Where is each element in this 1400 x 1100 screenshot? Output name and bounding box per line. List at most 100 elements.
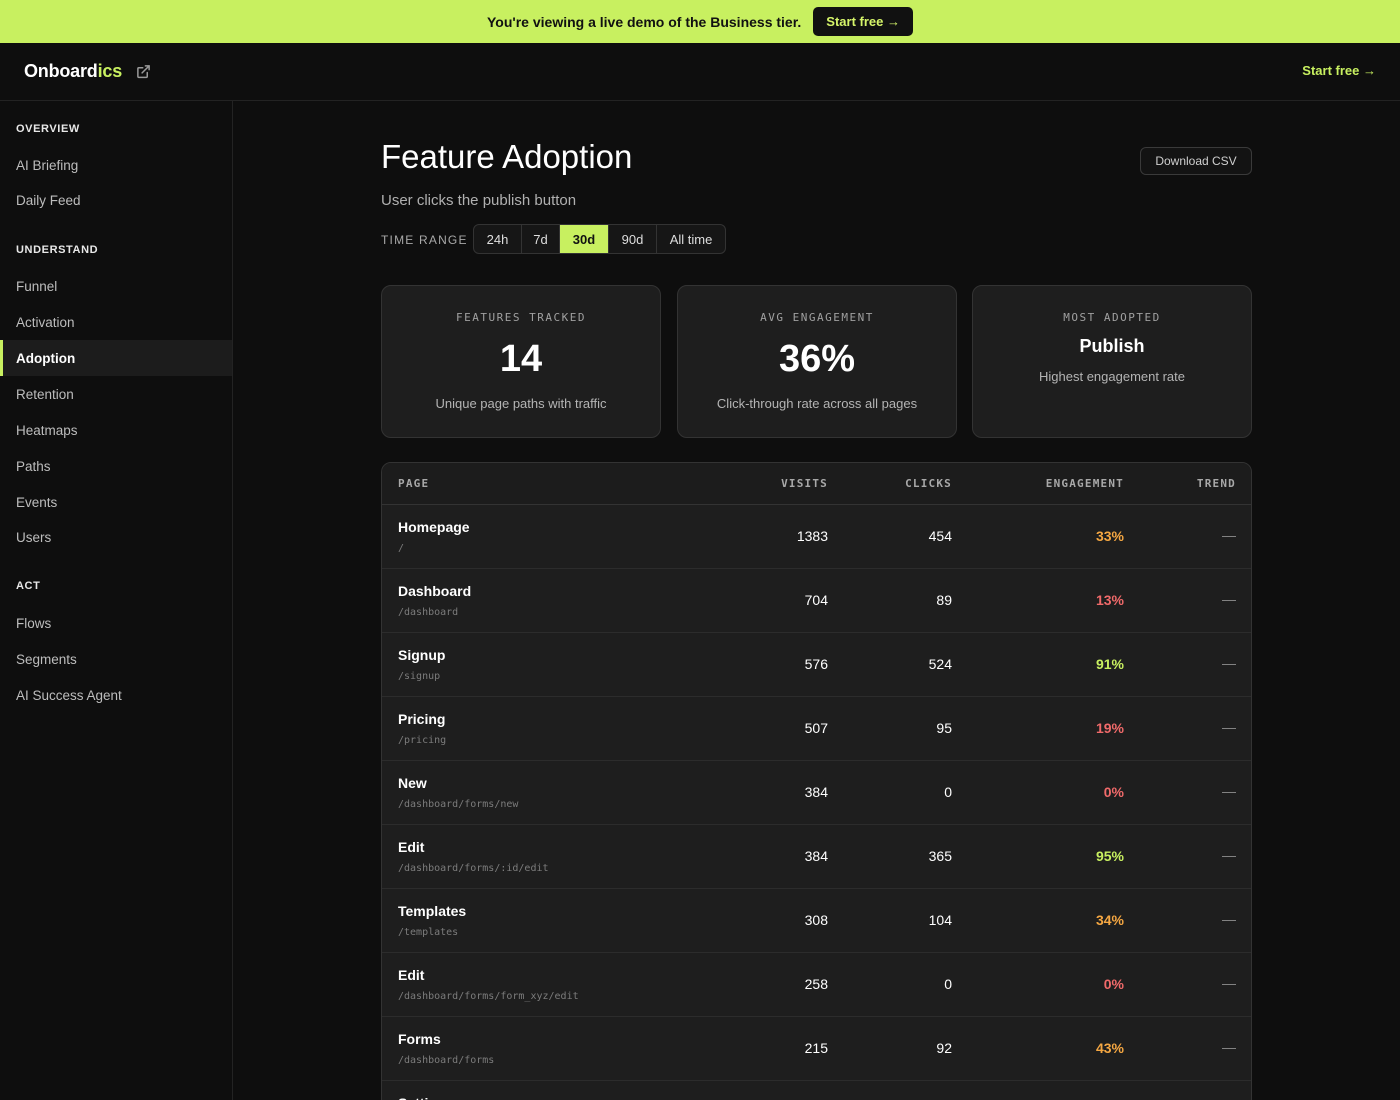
page-path: /dashboard/forms/form_xyz/edit bbox=[398, 991, 579, 1002]
table-row[interactable]: Pricing/pricing 507 95 19% — bbox=[382, 697, 1251, 761]
banner-start-free-button[interactable]: Start free → bbox=[813, 7, 913, 36]
card-label: AVG ENGAGEMENT bbox=[760, 311, 874, 324]
column-header-visits[interactable]: VISITS bbox=[781, 477, 828, 490]
sidebar-item-ai-briefing[interactable]: AI Briefing bbox=[0, 147, 232, 183]
engagement-value: 19% bbox=[1095, 720, 1124, 736]
sidebar-item-retention[interactable]: Retention bbox=[0, 376, 232, 412]
range-all-time-button[interactable]: All time bbox=[657, 225, 725, 253]
visits-value: 384 bbox=[804, 848, 828, 864]
table-row[interactable]: Forms/dashboard/forms 215 92 43% — bbox=[382, 1017, 1251, 1081]
visits-value: 384 bbox=[804, 784, 828, 800]
download-csv-button[interactable]: Download CSV bbox=[1140, 147, 1252, 175]
table-row[interactable]: Edit/dashboard/forms/form_xyz/edit 258 0 0%… bbox=[382, 953, 1251, 1017]
adoption-table: PAGE VISITS CLICKS ENGAGEMENT TREND Home… bbox=[381, 462, 1252, 1100]
page-name: Edit bbox=[398, 967, 425, 983]
visits-value: 1383 bbox=[796, 528, 828, 544]
sidebar-item-activation[interactable]: Activation bbox=[0, 304, 232, 340]
engagement-value: 95% bbox=[1095, 848, 1124, 864]
stat-card-features-tracked: FEATURES TRACKED 14 Unique page paths wi… bbox=[381, 285, 661, 438]
stat-card-most-adopted: MOST ADOPTED Publish Highest engagement … bbox=[972, 285, 1252, 438]
clicks-value: 524 bbox=[928, 656, 952, 672]
card-value: 36% bbox=[778, 338, 856, 380]
column-header-engagement[interactable]: ENGAGEMENT bbox=[1046, 477, 1124, 490]
trend-indicator: — bbox=[1222, 527, 1236, 543]
card-value: Publish bbox=[1079, 336, 1145, 356]
time-range-label: TIME RANGE bbox=[381, 233, 468, 247]
page-path: /dashboard bbox=[398, 607, 459, 618]
external-link-icon[interactable] bbox=[136, 64, 152, 80]
table-header: PAGE VISITS CLICKS ENGAGEMENT TREND bbox=[382, 463, 1251, 505]
sidebar-item-funnel[interactable]: Funnel bbox=[0, 268, 232, 304]
visits-value: 576 bbox=[804, 656, 828, 672]
demo-banner: You're viewing a live demo of the Busine… bbox=[0, 0, 1400, 43]
stat-card-avg-engagement: AVG ENGAGEMENT 36% Click-through rate ac… bbox=[677, 285, 957, 438]
clicks-value: 454 bbox=[928, 528, 952, 544]
range-24h-button[interactable]: 24h bbox=[474, 225, 522, 253]
banner-text: You're viewing a live demo of the Busine… bbox=[487, 13, 802, 30]
page-name: Signup bbox=[398, 647, 446, 663]
sidebar-item-flows[interactable]: Flows bbox=[0, 605, 232, 641]
engagement-value: 13% bbox=[1095, 592, 1124, 608]
sidebar-item-daily-feed[interactable]: Daily Feed bbox=[0, 182, 232, 218]
table-row[interactable]: New/dashboard/forms/new 384 0 0% — bbox=[382, 761, 1251, 825]
clicks-value: 89 bbox=[936, 592, 952, 608]
engagement-value: 43% bbox=[1095, 1040, 1124, 1056]
page-path: /signup bbox=[398, 671, 441, 682]
column-header-page[interactable]: PAGE bbox=[398, 477, 429, 490]
visits-value: 507 bbox=[804, 720, 828, 736]
card-label: FEATURES TRACKED bbox=[456, 311, 586, 324]
table-row[interactable]: Homepage / 1383 454 33% — bbox=[382, 505, 1251, 569]
page-name: Edit bbox=[398, 839, 425, 855]
trend-indicator: — bbox=[1222, 719, 1236, 735]
nav-group-overview: OVERVIEW bbox=[16, 123, 80, 135]
column-header-clicks[interactable]: CLICKS bbox=[905, 477, 952, 490]
card-label: MOST ADOPTED bbox=[1063, 311, 1161, 324]
page-path: /dashboard/forms/:id/edit bbox=[398, 863, 549, 874]
visits-value: 704 bbox=[804, 592, 828, 608]
sidebar-item-adoption[interactable]: Adoption bbox=[0, 340, 232, 376]
table-row[interactable]: Dashboard/dashboard 704 89 13% — bbox=[382, 569, 1251, 633]
range-90d-button[interactable]: 90d bbox=[609, 225, 657, 253]
page-path: /dashboard/forms/new bbox=[398, 799, 519, 810]
table-row[interactable]: Settings bbox=[382, 1081, 1251, 1100]
table-row[interactable]: Signup/signup 576 524 91% — bbox=[382, 633, 1251, 697]
page-path: / bbox=[398, 543, 405, 554]
table-row[interactable]: Templates/templates 308 104 34% — bbox=[382, 889, 1251, 953]
top-start-free-link[interactable]: Start free → bbox=[1302, 63, 1376, 78]
engagement-value: 0% bbox=[1103, 976, 1124, 992]
logo-main: Onboard bbox=[24, 61, 98, 81]
card-value: 14 bbox=[499, 338, 543, 380]
card-description: Highest engagement rate bbox=[1039, 369, 1185, 384]
card-description: Unique page paths with traffic bbox=[435, 396, 607, 411]
app-logo[interactable]: Onboardics bbox=[24, 61, 122, 82]
sidebar-item-events[interactable]: Events bbox=[0, 484, 232, 520]
sidebar-item-paths[interactable]: Paths bbox=[0, 448, 232, 484]
clicks-value: 0 bbox=[944, 784, 952, 800]
page-name: Templates bbox=[398, 903, 467, 919]
sidebar-item-ai-success-agent[interactable]: AI Success Agent bbox=[0, 677, 232, 713]
nav-group-act: ACT bbox=[16, 580, 41, 592]
engagement-value: 34% bbox=[1095, 912, 1124, 928]
engagement-value: 0% bbox=[1103, 784, 1124, 800]
sidebar-item-heatmaps[interactable]: Heatmaps bbox=[0, 412, 232, 448]
sidebar-item-users[interactable]: Users bbox=[0, 519, 232, 555]
page-name: Settings bbox=[398, 1095, 453, 1100]
clicks-value: 0 bbox=[944, 976, 952, 992]
column-header-trend: TREND bbox=[1196, 477, 1236, 490]
clicks-value: 365 bbox=[928, 848, 952, 864]
sidebar: OVERVIEW AI Briefing Daily Feed UNDERSTA… bbox=[0, 101, 233, 1100]
top-bar: Onboardics Start free → bbox=[0, 43, 1400, 101]
page-name: Homepage bbox=[398, 519, 470, 535]
range-30d-button[interactable]: 30d bbox=[560, 225, 609, 253]
trend-indicator: — bbox=[1222, 975, 1236, 991]
trend-indicator: — bbox=[1222, 911, 1236, 927]
table-row[interactable]: Edit/dashboard/forms/:id/edit 384 365 95% — bbox=[382, 825, 1251, 889]
visits-value: 215 bbox=[804, 1040, 828, 1056]
page-subtitle: User clicks the publish button bbox=[381, 192, 577, 209]
nav-group-understand: UNDERSTAND bbox=[16, 244, 99, 256]
range-7d-button[interactable]: 7d bbox=[522, 225, 560, 253]
page-path: /templates bbox=[398, 927, 459, 938]
engagement-value: 91% bbox=[1095, 656, 1124, 672]
card-description: Click-through rate across all pages bbox=[716, 396, 918, 411]
sidebar-item-segments[interactable]: Segments bbox=[0, 641, 232, 677]
